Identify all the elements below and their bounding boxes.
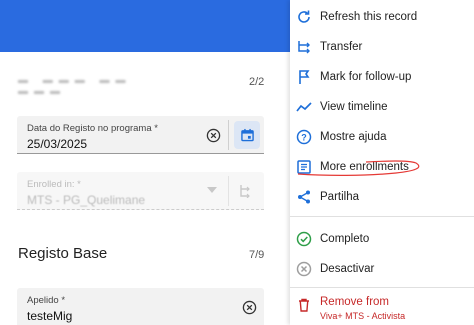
menu-item-complete[interactable]: Completo [290,224,474,254]
menu-item-share[interactable]: Partilha [290,182,474,212]
flag-icon [296,69,312,85]
enrollment-date-field[interactable]: Data do Registo no programa * 25/03/2025 [17,116,264,154]
menu-item-follow-up[interactable]: Mark for follow-up [290,62,474,92]
enrolled-in-field: Enrolled in: * MTS - PG_Quelimane [17,172,264,210]
menu-item-label: Completo [320,233,370,245]
section-counter: 7/9 [249,249,265,261]
menu-item-label: Partilha [320,191,359,203]
menu-item-deactivate[interactable]: Desactivar [290,254,474,284]
check-circle-icon [296,231,312,247]
clear-date-icon[interactable] [204,126,222,144]
menu-item-label: Desactivar [320,263,375,275]
menu-item-label: Transfer [320,41,363,53]
svg-text:?: ? [301,133,307,143]
calendar-icon[interactable] [234,121,260,149]
menu-item-refresh[interactable]: Refresh this record [290,2,474,32]
menu-item-label: View timeline [320,101,388,113]
share-icon [296,189,312,205]
menu-item-label: Mostre ajuda [320,131,387,143]
cancel-circle-icon [296,261,312,277]
enrolled-in-value: MTS - PG_Quelimane [27,193,146,207]
section-title: Registo Base [18,245,108,262]
enrollment-date-value: 25/03/2025 [27,137,88,151]
refresh-icon [296,9,312,25]
dropdown-arrow-icon [205,184,219,196]
menu-item-label: Refresh this record [320,11,418,23]
menu-item-view-timeline[interactable]: View timeline [290,92,474,122]
enrolled-in-label: Enrolled in: * [27,179,81,190]
org-tree-icon [236,182,254,200]
menu-divider [290,216,474,217]
trash-icon [296,297,312,313]
timeline-icon [296,99,312,115]
menu-item-transfer[interactable]: Transfer [290,32,474,62]
menu-item-label: Remove from [320,296,390,308]
hand-drawn-underline-annotation [297,160,420,176]
menu-item-label: Mark for follow-up [320,71,412,83]
transfer-icon [296,39,312,55]
enrollment-date-label: Data do Registo no programa * [27,123,158,134]
blurred-section-heading: ▬ ▬▬▬ ▬▬ ▬▬▬ [18,75,132,97]
menu-item-help[interactable]: ? Mostre ajuda [290,122,474,152]
apelido-field[interactable]: Apelido * testeMig [17,288,264,325]
apelido-label: Apelido * [27,295,66,306]
section-counter-top: 2/2 [249,76,265,88]
clear-apelido-icon[interactable] [240,298,258,316]
apelido-value: testeMig [27,309,73,323]
menu-divider [290,287,474,288]
help-icon: ? [296,129,312,145]
menu-item-remove[interactable]: Remove from Viva+ MTS - Activista [290,294,474,324]
screen: ▬ ▬▬▬ ▬▬ ▬▬▬ 2/2 Data do Registo no prog… [0,0,474,325]
menu-item-sublabel: Viva+ MTS - Activista [320,311,406,321]
